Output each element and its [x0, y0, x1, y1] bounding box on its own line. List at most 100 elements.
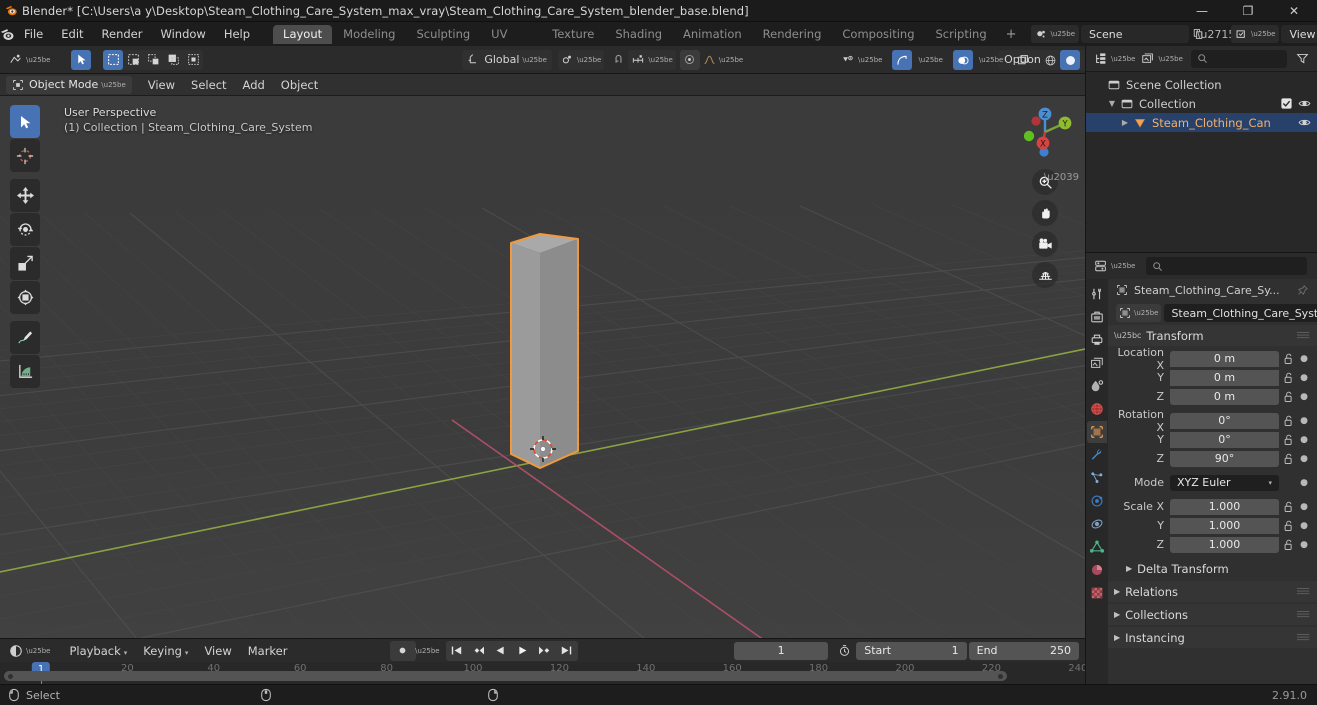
snap-target-dropdown[interactable]: \u25be: [628, 49, 676, 70]
show-gizmo-icon[interactable]: [892, 50, 913, 70]
tweak-tool-header-icon[interactable]: [71, 49, 92, 70]
timeline-menu-marker[interactable]: Marker: [240, 642, 296, 660]
chevron-right-icon[interactable]: ▶: [1118, 118, 1132, 127]
outliner-filter-icon[interactable]: [1292, 49, 1312, 69]
view-layer-tab[interactable]: [1087, 352, 1107, 374]
pivot-point-dropdown[interactable]: \u25be: [557, 49, 605, 70]
object-browse-button[interactable]: \u25be: [1116, 304, 1162, 322]
blender-logo-icon[interactable]: [0, 27, 15, 42]
proportional-falloff-dropdown[interactable]: \u25be: [700, 50, 746, 70]
output-tab[interactable]: [1087, 329, 1107, 351]
rotation-value-field[interactable]: 0°: [1170, 431, 1279, 448]
select-set-icon[interactable]: [103, 49, 124, 70]
pan-tool[interactable]: [1032, 200, 1058, 226]
lock-open-icon[interactable]: [1279, 539, 1297, 551]
scale-value-field[interactable]: 1.000: [1170, 517, 1279, 534]
viewport-menu-add[interactable]: Add: [235, 76, 273, 94]
properties-search-input[interactable]: [1146, 257, 1307, 275]
physics-tab[interactable]: [1087, 490, 1107, 512]
texture-tab[interactable]: [1087, 582, 1107, 604]
animate-property-dot[interactable]: ●: [1297, 373, 1311, 383]
object-tab[interactable]: [1087, 421, 1107, 443]
workspace-tab-modeling[interactable]: Modeling: [333, 25, 405, 44]
lock-open-icon[interactable]: [1279, 434, 1297, 446]
tool-tab[interactable]: [1087, 283, 1107, 305]
animate-property-dot[interactable]: ●: [1297, 502, 1311, 512]
keying-options-dropdown[interactable]: \u25be: [415, 641, 439, 661]
location-value-field[interactable]: 0 m: [1170, 388, 1279, 405]
solid-shading-icon[interactable]: [1060, 50, 1081, 70]
modifier-tab[interactable]: [1087, 444, 1107, 466]
select-invert-icon[interactable]: [163, 50, 183, 70]
rotate-tool[interactable]: [10, 213, 40, 246]
lock-open-icon[interactable]: [1279, 520, 1297, 532]
panel-delta-transform[interactable]: ▶ Delta Transform: [1108, 558, 1317, 579]
close-button[interactable]: ✕: [1271, 0, 1317, 22]
outliner-editor-type-icon[interactable]: \u25be: [1091, 49, 1138, 69]
workspace-tab-compositing[interactable]: Compositing: [832, 25, 924, 44]
rotation-value-field[interactable]: 90°: [1170, 450, 1279, 467]
visibility-eye-icon[interactable]: [1298, 116, 1311, 129]
animate-property-dot[interactable]: ●: [1297, 354, 1311, 364]
animate-property-dot[interactable]: ●: [1297, 521, 1311, 531]
scene-tab[interactable]: [1087, 375, 1107, 397]
overlay-options-dropdown[interactable]: \u25be: [973, 50, 1006, 70]
animate-property-dot[interactable]: ●: [1297, 435, 1311, 445]
animate-property-dot[interactable]: ●: [1297, 416, 1311, 426]
viewport-menu-select[interactable]: Select: [183, 76, 234, 94]
camera-view-tool[interactable]: [1032, 231, 1058, 257]
object-name-field[interactable]: Steam_Clothing_Care_System: [1164, 304, 1317, 322]
workspace-tab-scripting[interactable]: Scripting: [926, 25, 997, 44]
add-workspace-button[interactable]: +: [998, 27, 1025, 42]
show-overlays-icon[interactable]: [952, 50, 973, 70]
wireframe-shading-icon[interactable]: [1040, 50, 1060, 70]
play-button[interactable]: [512, 641, 534, 661]
timeline-menu-playback[interactable]: Playback ▾: [61, 642, 135, 660]
snap-magnet-icon[interactable]: [608, 50, 628, 70]
pin-id-icon[interactable]: [1297, 284, 1309, 296]
panel-instancing[interactable]: ▶ Instancing: [1108, 627, 1317, 648]
scale-value-field[interactable]: 1.000: [1170, 536, 1279, 553]
transform-orientation-dropdown[interactable]: Global \u25be: [462, 49, 552, 70]
use-preview-range-icon[interactable]: [834, 641, 854, 661]
jump-to-next-keyframe-button[interactable]: [534, 641, 556, 661]
maximize-button[interactable]: ❐: [1225, 0, 1271, 22]
object-visibility-dropdown[interactable]: \u25be: [838, 50, 885, 70]
scene-name-field[interactable]: Scene: [1081, 25, 1189, 43]
view-layer-browse-button[interactable]: \u25be: [1231, 25, 1280, 43]
location-value-field[interactable]: 0 m: [1170, 369, 1279, 386]
workspace-tab-layout[interactable]: Layout: [273, 24, 333, 44]
move-tool[interactable]: [10, 179, 40, 212]
viewport-menu-view[interactable]: View: [140, 76, 183, 94]
transform-panel-header[interactable]: \u25bc Transform: [1108, 325, 1317, 346]
auto-keying-button[interactable]: [389, 640, 416, 661]
scale-value-field[interactable]: 1.000: [1170, 498, 1279, 515]
xray-toggle-icon[interactable]: [1013, 50, 1033, 70]
view-layer-name-field[interactable]: View Layer: [1281, 25, 1317, 43]
menu-edit[interactable]: Edit: [52, 24, 92, 44]
menu-render[interactable]: Render: [93, 24, 152, 44]
scene-browse-button[interactable]: \u25be: [1030, 25, 1079, 43]
measure-tool[interactable]: [10, 355, 40, 388]
workspace-tab-sculpting[interactable]: Sculpting: [406, 25, 480, 44]
properties-editor-type-icon[interactable]: \u25be: [1091, 256, 1138, 276]
interaction-mode-dropdown[interactable]: Object Mode \u25be: [6, 75, 132, 94]
view-axis-gizmo[interactable]: Z Y X: [1013, 100, 1077, 164]
play-reverse-button[interactable]: [490, 641, 512, 661]
world-tab[interactable]: [1087, 398, 1107, 420]
timeline-editor-type-icon[interactable]: \u25be: [6, 641, 53, 661]
scale-tool[interactable]: [10, 247, 40, 280]
lock-open-icon[interactable]: [1279, 501, 1297, 513]
timeline-scrollbar[interactable]: [4, 671, 1007, 681]
sidebar-collapse-arrow-icon[interactable]: \u2039: [1044, 172, 1079, 183]
start-frame-field[interactable]: Start 1: [856, 641, 967, 660]
exclude-collection-checkbox[interactable]: [1281, 98, 1292, 109]
workspace-tab-uv-editing[interactable]: UV Editing: [481, 25, 541, 60]
workspace-tab-texture-paint[interactable]: Texture Paint: [542, 25, 604, 60]
workspace-tab-shading[interactable]: Shading: [605, 25, 672, 44]
timeline-menu-view[interactable]: View: [196, 642, 239, 660]
lock-open-icon[interactable]: [1279, 415, 1297, 427]
select-subtract-icon[interactable]: [143, 50, 163, 70]
outliner-row[interactable]: Scene Collection: [1086, 75, 1317, 94]
editor-type-icon[interactable]: \u25be: [6, 50, 53, 70]
